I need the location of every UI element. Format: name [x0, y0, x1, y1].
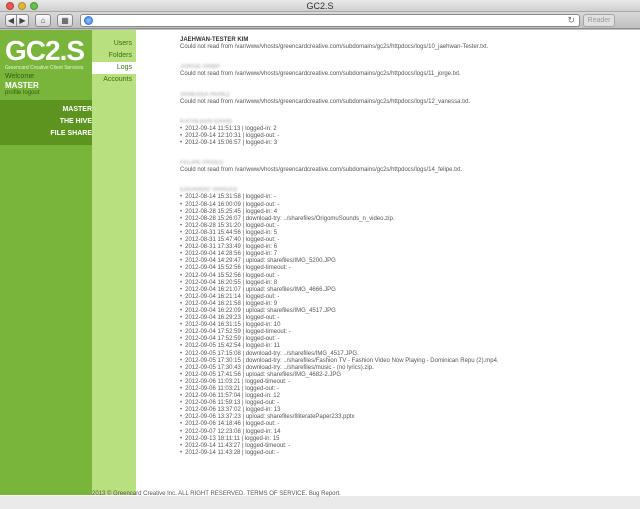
logo-tagline: Greencard Creative Client Services	[5, 65, 84, 71]
log-error-message: Could not read from /var/www/vhosts/gree…	[180, 98, 471, 105]
log-entry: 2012-09-14 11:43:27 | logged-timeout: -	[180, 443, 630, 450]
browser-toolbar: ◀ ▶ ⌂ ▦ ↻ Reader	[0, 12, 640, 29]
user-name: EDUARDO VARGAS	[180, 187, 238, 194]
back-arrow-icon: ◀	[7, 16, 15, 25]
subnav-item-folders[interactable]: Folders	[92, 50, 132, 62]
footer-bar	[0, 496, 640, 509]
log-entry: 2012-09-05 17:15:08 | download-try: ../s…	[180, 351, 630, 358]
sub-nav: Users Folders Logs Accounts	[92, 38, 136, 86]
window-titlebar: GC2.S	[0, 0, 640, 12]
log-entry: 2012-09-05 17:30:43 | download-try: ../s…	[180, 365, 630, 372]
log-entry: 2012-08-31 15:47:40 | logged-out: -	[180, 237, 630, 244]
log-entry: 2012-09-04 17:52:59 | logged-timeout: -	[180, 329, 630, 336]
log-error-message: Could not read from /var/www/vhosts/gree…	[180, 44, 489, 50]
log-entry: 2012-09-07 12:23:08 | logged-in: 14	[180, 429, 630, 436]
site-logo[interactable]: GC2.S	[5, 37, 85, 65]
username: MASTER	[5, 81, 39, 90]
user-log-section: FELIPE PAGES Could not read from /var/www…	[180, 159, 630, 174]
main-nav: MASTER THE HIVE FILE SHARE	[50, 104, 92, 140]
log-entry: 2012-09-04 15:52:56 | logged-out: -	[180, 273, 630, 280]
log-entry: 2012-08-14 16:00:09 | logged-out: -	[180, 202, 630, 209]
log-entry: 2012-09-04 16:21:14 | logged-out: -	[180, 294, 630, 301]
log-entry: 2012-09-04 16:20:55 | logged-in: 8	[180, 280, 630, 287]
globe-icon	[84, 16, 93, 25]
web-page: GC2.S Greencard Creative Client Services…	[0, 30, 640, 509]
home-button[interactable]: ⌂	[35, 14, 51, 27]
log-entry: 2012-09-06 11:03:21 | logged-out: -	[180, 386, 630, 393]
log-entry: 2012-09-04 14:29:47 | upload: sharefiles…	[180, 258, 630, 265]
log-entry: 2012-09-05 17:30:15 | download-try: ../s…	[180, 358, 630, 365]
subnav-item-users[interactable]: Users	[92, 38, 132, 50]
log-entry-list: 2012-09-14 11:51:13 | logged-in: 22012-0…	[180, 126, 630, 147]
log-entry: 2012-09-04 16:31:15 | logged-in: 10	[180, 322, 630, 329]
window-title: GC2.S	[306, 1, 334, 11]
log-error-message: Could not read from /var/www/vhosts/gree…	[180, 71, 461, 78]
logs-content: JAEHWAN-TESTER KIM Could not read from /v…	[180, 36, 630, 457]
log-error-message: Could not read from /var/www/vhosts/gree…	[180, 167, 463, 174]
profile-logout-links[interactable]: profile logout	[5, 90, 39, 97]
welcome-label: Welcome	[5, 73, 35, 80]
user-name: VANESSA PEREZ	[180, 91, 231, 98]
user-log-section: VANESSA PEREZ Could not read from /var/ww…	[180, 91, 630, 106]
forward-button[interactable]: ▶	[17, 14, 29, 27]
log-entry: 2012-09-14 11:51:13 | logged-in: 2	[180, 126, 630, 133]
log-entry: 2012-09-06 13:37:23 | upload: sharefiles…	[180, 414, 630, 421]
nav-item-the-hive[interactable]: THE HIVE	[50, 116, 92, 128]
back-button[interactable]: ◀	[5, 14, 17, 27]
log-entry: 2012-09-14 15:06:57 | logged-in: 3	[180, 140, 630, 147]
log-entry: 2012-09-06 13:37:02 | logged-in: 13	[180, 407, 630, 414]
reload-icon[interactable]: ↻	[567, 15, 575, 26]
subnav-item-logs[interactable]: Logs	[92, 62, 136, 74]
nav-item-master[interactable]: MASTER	[50, 104, 92, 116]
log-entry: 2012-08-31 15:44:56 | logged-in: 5	[180, 230, 630, 237]
subnav-column	[92, 30, 136, 495]
log-entry: 2012-09-14 12:10:31 | logged-out: -	[180, 133, 630, 140]
log-entry: 2012-09-04 17:52:59 | logged-out: -	[180, 336, 630, 343]
home-icon: ⌂	[40, 16, 46, 25]
footer-text: 2013 © Greencard Creative Inc. ALL RIGHT…	[92, 491, 341, 497]
user-name: KATHLEEN DAVID	[180, 118, 233, 125]
log-entry: 2012-09-13 18:11:11 | logged-in: 15	[180, 436, 630, 443]
log-entry: 2012-09-04 16:21:07 | upload: sharefiles…	[180, 287, 630, 294]
top-sites-icon: ▦	[61, 16, 69, 25]
user-log-section: JAEHWAN-TESTER KIM Could not read from /v…	[180, 36, 630, 51]
log-entry: 2012-09-06 11:03:21 | logged-timeout: -	[180, 379, 630, 386]
log-entry: 2012-09-06 11:57:04 | logged-in: 12	[180, 393, 630, 400]
subnav-item-accounts[interactable]: Accounts	[92, 74, 132, 86]
log-entry: 2012-08-28 15:26:07 | download-try: ../s…	[180, 216, 630, 223]
user-name: JORGE ORBP	[180, 64, 221, 71]
user-log-section: JORGE ORBP Could not read from /var/www/v…	[180, 63, 630, 78]
address-bar[interactable]: ↻	[80, 14, 580, 27]
log-entry: 2012-09-05 15:42:54 | logged-in: 11	[180, 343, 630, 350]
log-entry: 2012-09-04 16:21:58 | logged-in: 9	[180, 301, 630, 308]
user-log-section: KATHLEEN DAVID2012-09-14 11:51:13 | logg…	[180, 118, 630, 147]
user-name: FELIPE PAGES	[180, 160, 224, 167]
top-sites-button[interactable]: ▦	[57, 14, 73, 27]
reader-button[interactable]: Reader	[583, 14, 615, 27]
log-entry: 2012-09-04 15:52:56 | logged-timeout: -	[180, 265, 630, 272]
log-entry: 2012-09-06 14:18:46 | logged-out: -	[180, 421, 630, 428]
log-entry: 2012-08-31 17:33:49 | logged-in: 6	[180, 244, 630, 251]
log-entry: 2012-09-04 16:29:23 | logged-out: -	[180, 315, 630, 322]
log-entry: 2012-08-28 15:25:45 | logged-in: 4	[180, 209, 630, 216]
log-entry: 2012-09-04 16:22:09 | upload: sharefiles…	[180, 308, 630, 315]
log-entry: 2012-09-04 14:28:56 | logged-in: 7	[180, 251, 630, 258]
log-entry: 2012-09-05 17:41:56 | upload: sharefiles…	[180, 372, 630, 379]
forward-arrow-icon: ▶	[19, 16, 26, 25]
log-entry: 2012-08-14 15:31:58 | logged-in: -	[180, 194, 630, 201]
log-entry: 2012-09-06 11:59:13 | logged-out: -	[180, 400, 630, 407]
log-entry: 2012-08-28 15:31:20 | logged-out: -	[180, 223, 630, 230]
log-entry: 2012-09-14 11:43:28 | logged-out: -	[180, 450, 630, 457]
user-name: JAEHWAN-TESTER KIM	[180, 37, 249, 43]
nav-item-file-share[interactable]: FILE SHARE	[50, 128, 92, 140]
log-entry-list: 2012-08-14 15:31:58 | logged-in: -2012-0…	[180, 194, 630, 456]
user-log-section: EDUARDO VARGAS2012-08-14 15:31:58 | logg…	[180, 186, 630, 456]
